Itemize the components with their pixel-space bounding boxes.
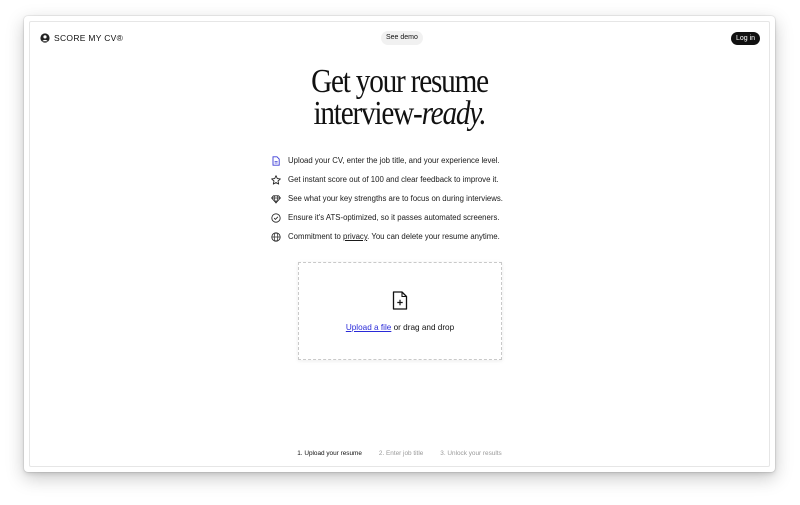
file-dropzone[interactable]: Upload a file or drag and drop [298, 262, 502, 360]
privacy-link[interactable]: privacy [343, 232, 367, 241]
star-icon [271, 174, 281, 185]
login-button[interactable]: Log in [731, 32, 760, 45]
feature-item: Ensure it's ATS-optimized, so it passes … [271, 208, 571, 227]
brand-logo[interactable]: SCORE MY CV® [40, 33, 123, 43]
see-demo-button[interactable]: See demo [381, 31, 423, 45]
progress-steps: 1. Upload your resume 2. Enter job title… [24, 450, 775, 457]
privacy-text-after: . You can delete your resume anytime. [367, 232, 500, 241]
upload-file-link[interactable]: Upload a file [346, 323, 392, 332]
step-enter-job-title: 2. Enter job title [378, 450, 424, 457]
file-icon [272, 155, 280, 166]
feature-text: See what your key strengths are to focus… [288, 194, 503, 203]
step-unlock-results: 3. Unlock your results [440, 450, 502, 457]
feature-list: Upload your CV, enter the job title, and… [271, 151, 571, 246]
feature-text: Upload your CV, enter the job title, and… [288, 156, 500, 165]
title-line-1: Get your resume [311, 63, 489, 100]
brand-mark-icon [40, 33, 50, 43]
drag-drop-text: or drag and drop [391, 323, 455, 332]
privacy-text-before: Commitment to [288, 232, 344, 241]
feature-text: Get instant score out of 100 and clear f… [288, 175, 499, 184]
upload-prompt: Upload a file or drag and drop [299, 323, 501, 332]
feature-item: Get instant score out of 100 and clear f… [271, 170, 571, 189]
feature-item: Commitment to privacy. You can delete yo… [271, 227, 571, 246]
app-window: SCORE MY CV® See demo Log in Get your re… [24, 16, 775, 472]
file-add-icon [392, 291, 408, 310]
feature-text: Ensure it's ATS-optimized, so it passes … [288, 213, 500, 222]
feature-item: Upload your CV, enter the job title, and… [271, 151, 571, 170]
step-upload-resume: 1. Upload your resume [297, 450, 362, 457]
brand-name: SCORE MY CV® [54, 33, 124, 43]
feature-text: Commitment to privacy. You can delete yo… [288, 232, 500, 241]
title-line-2-prefix: interview- [313, 95, 422, 132]
title-line-2: interview-ready. [77, 95, 723, 132]
top-bar: SCORE MY CV® See demo Log in [24, 16, 775, 60]
check-circle-icon [271, 212, 281, 223]
title-emphasis: ready. [421, 95, 487, 132]
globe-icon [271, 231, 281, 242]
feature-item: See what your key strengths are to focus… [271, 189, 571, 208]
page-title: Get your resume interview-ready. [24, 63, 775, 132]
diamond-icon [271, 194, 281, 204]
